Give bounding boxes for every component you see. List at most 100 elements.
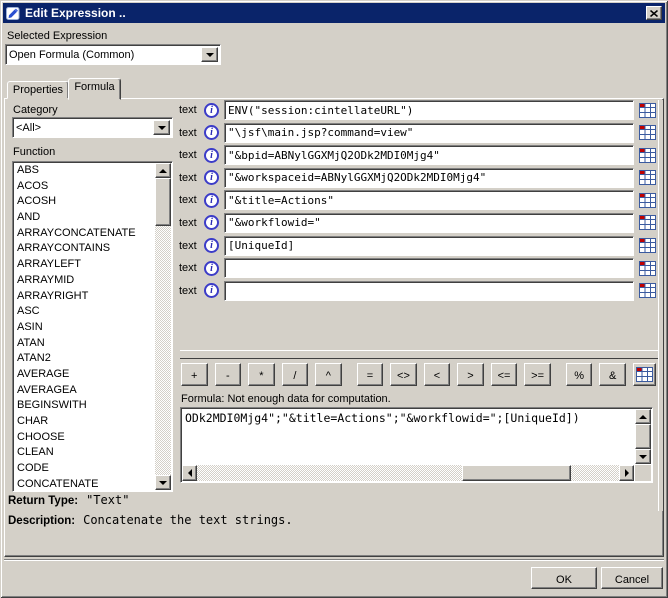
description-row: Description: Concatenate the text string… xyxy=(8,513,293,527)
expression-value-input[interactable] xyxy=(224,122,634,143)
info-icon[interactable] xyxy=(204,102,219,118)
category-combobox[interactable]: <All> xyxy=(12,117,173,138)
operator-minus-button[interactable]: - xyxy=(214,362,242,386)
formula-horizontal-scrollbar[interactable] xyxy=(182,465,634,481)
function-list-item[interactable]: AVERAGE xyxy=(14,367,155,383)
expression-row: text xyxy=(179,145,657,166)
grid-table-icon[interactable] xyxy=(638,102,657,118)
operator-lessthan-button[interactable]: < xyxy=(423,362,451,386)
function-list-scrollbar[interactable] xyxy=(155,163,171,490)
selected-expression-combobox[interactable]: Open Formula (Common) xyxy=(5,44,221,65)
operator-equals-button[interactable]: = xyxy=(356,362,384,386)
function-list-item[interactable]: ATAN2 xyxy=(14,351,155,367)
expression-value-input[interactable] xyxy=(224,167,634,188)
scroll-up-icon[interactable] xyxy=(155,163,171,178)
row-type-label: text xyxy=(179,104,197,116)
scroll-down-icon[interactable] xyxy=(155,475,171,490)
function-list-item[interactable]: ASIN xyxy=(14,320,155,336)
function-list-item[interactable]: ACOS xyxy=(14,179,155,195)
operator-multiply-button[interactable]: * xyxy=(248,362,275,386)
function-list-item[interactable]: ACOSH xyxy=(14,194,155,210)
function-list-item[interactable]: CONCATENATE xyxy=(14,477,155,490)
scrollbar-thumb[interactable] xyxy=(155,178,171,226)
tab-formula[interactable]: Formula xyxy=(68,78,121,100)
operator-lessequal-button[interactable]: <= xyxy=(490,362,518,386)
function-list-item[interactable]: ASC xyxy=(14,304,155,320)
grid-table-icon[interactable] xyxy=(638,260,657,276)
info-icon[interactable] xyxy=(204,260,219,276)
grid-table-icon[interactable] xyxy=(638,283,657,299)
tab-properties[interactable]: Properties xyxy=(7,81,69,99)
function-list-item[interactable]: AND xyxy=(14,210,155,226)
function-list-item[interactable]: CHOOSE xyxy=(14,430,155,446)
operator-notequal-button[interactable]: <> xyxy=(390,362,417,386)
operator-divide-button[interactable]: / xyxy=(281,362,309,386)
function-list-item[interactable]: CLEAN xyxy=(14,445,155,461)
expression-value-input[interactable] xyxy=(224,280,634,301)
info-icon[interactable] xyxy=(204,170,219,186)
expression-value-input[interactable] xyxy=(224,100,634,120)
function-list-item[interactable]: ARRAYMID xyxy=(14,273,155,289)
info-icon[interactable] xyxy=(204,283,219,299)
expression-row: text xyxy=(179,280,657,301)
expression-value-input[interactable] xyxy=(224,145,634,166)
row-type-label: text xyxy=(179,216,197,229)
grid-table-icon[interactable] xyxy=(638,147,657,163)
close-icon[interactable] xyxy=(646,6,662,20)
formula-preview-text[interactable]: ODk2MDI0Mjg4";"&title=Actions";"&workflo… xyxy=(183,410,633,463)
function-list-item[interactable]: AVERAGEA xyxy=(14,383,155,399)
function-list-item[interactable]: ARRAYCONTAINS xyxy=(14,241,155,257)
cancel-button[interactable]: Cancel xyxy=(601,567,663,589)
ok-button[interactable]: OK xyxy=(531,567,597,589)
scroll-down-icon[interactable] xyxy=(635,449,651,464)
expression-value-input[interactable] xyxy=(224,212,634,233)
info-icon[interactable] xyxy=(204,215,219,231)
function-list-item[interactable]: ARRAYCONCATENATE xyxy=(14,226,155,242)
grid-table-icon[interactable] xyxy=(638,192,657,208)
chevron-down-icon[interactable] xyxy=(153,120,170,135)
expression-row: text xyxy=(179,167,657,188)
grid-table-icon[interactable] xyxy=(638,170,657,186)
info-icon[interactable] xyxy=(204,192,219,208)
scroll-up-icon[interactable] xyxy=(635,409,651,424)
operator-greaterequal-button[interactable]: >= xyxy=(524,362,551,386)
info-icon[interactable] xyxy=(204,147,219,163)
function-list-item[interactable]: ARRAYLEFT xyxy=(14,257,155,273)
formula-status: Formula: Not enough data for computation… xyxy=(181,393,391,405)
chevron-down-icon[interactable] xyxy=(201,47,218,62)
scrollbar-thumb[interactable] xyxy=(635,424,651,449)
scrollbar-thumb[interactable] xyxy=(462,465,571,481)
function-list-item[interactable]: CODE xyxy=(14,461,155,477)
scroll-right-icon[interactable] xyxy=(619,465,634,481)
horizontal-splitter[interactable] xyxy=(180,350,658,359)
row-type-label: text xyxy=(179,149,197,162)
formula-vertical-scrollbar[interactable] xyxy=(635,409,651,464)
expression-row: text xyxy=(179,258,657,279)
grid-table-icon[interactable] xyxy=(638,125,657,141)
info-icon[interactable] xyxy=(204,125,219,141)
function-list-item[interactable]: ABS xyxy=(14,163,155,179)
info-icon[interactable] xyxy=(204,238,219,254)
footer-divider xyxy=(4,559,664,561)
vertical-splitter[interactable] xyxy=(658,100,664,511)
scroll-left-icon[interactable] xyxy=(182,465,197,481)
expression-value-input[interactable] xyxy=(224,258,634,279)
operator-ampersand-button[interactable]: & xyxy=(599,362,626,386)
function-list-item[interactable]: CHAR xyxy=(14,414,155,430)
grid-table-icon[interactable] xyxy=(638,215,657,231)
operator-percent-button[interactable]: % xyxy=(565,362,593,386)
grid-table-icon[interactable] xyxy=(638,238,657,254)
expression-row: text xyxy=(179,190,657,211)
function-list-item[interactable]: ARRAYRIGHT xyxy=(14,289,155,305)
operator-power-button[interactable]: ^ xyxy=(315,362,342,386)
operator-toolbar: + - * / ^ = <> < > <= >= % & xyxy=(181,362,658,386)
grid-table-icon[interactable] xyxy=(632,362,656,386)
operator-greaterthan-button[interactable]: > xyxy=(457,362,484,386)
expression-value-input[interactable] xyxy=(224,235,634,256)
title-bar[interactable]: Edit Expression .. xyxy=(3,3,665,23)
function-list-item[interactable]: ATAN xyxy=(14,336,155,352)
operator-plus-button[interactable]: + xyxy=(181,362,208,386)
return-type-label: Return Type: xyxy=(8,495,79,507)
function-list-item[interactable]: BEGINSWITH xyxy=(14,398,155,414)
expression-value-input[interactable] xyxy=(224,190,634,211)
